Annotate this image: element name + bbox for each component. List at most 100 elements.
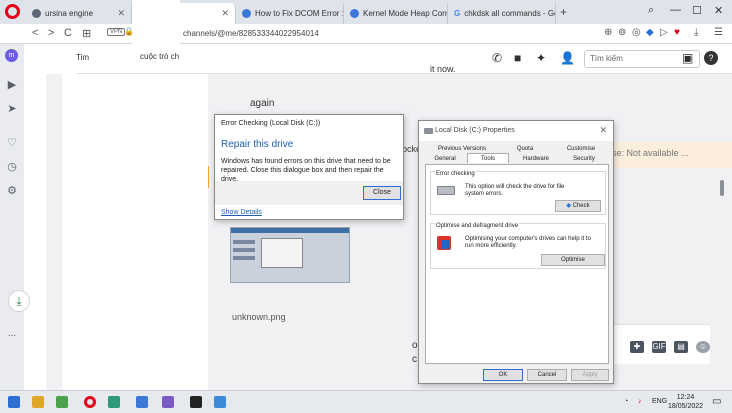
attachment-caption[interactable]: unknown.png	[232, 312, 286, 322]
search-conversation-label[interactable]: Tim	[76, 53, 89, 62]
chat-line: it now.	[430, 64, 456, 74]
error-checking-dialog: Error Checking (Local Disk (C:)) Repair …	[214, 114, 404, 220]
search-placeholder: Tìm kiếm	[590, 54, 623, 63]
tab-security[interactable]: Security	[563, 154, 605, 164]
tab-ursina-engine[interactable]: ursina engine ✕	[26, 3, 132, 24]
shield-icon[interactable]: ◆	[646, 27, 654, 38]
scrollbar[interactable]	[720, 180, 724, 196]
vpn-badge[interactable]: VPN	[107, 28, 126, 36]
tab-dcom-error[interactable]: How to Fix DCOM Error 10( ✕	[236, 3, 344, 24]
pin-icon[interactable]: ✦	[536, 51, 546, 65]
minimize-button[interactable]: —	[670, 4, 681, 16]
network-icon[interactable]: ◔	[624, 398, 628, 405]
app-icon[interactable]	[136, 396, 148, 408]
tab-label: ursina engine	[45, 9, 94, 18]
group-description: Optimising your computer's drives can he…	[465, 236, 591, 249]
opera-logo-icon[interactable]	[5, 4, 20, 19]
tab-hardware[interactable]: Hardware	[515, 154, 557, 164]
tab-label: chkdsk all commands - Go	[464, 9, 556, 18]
app-icon[interactable]	[214, 396, 226, 408]
app-icon[interactable]	[162, 396, 174, 408]
messenger-icon[interactable]: m	[5, 49, 18, 62]
tab-search-icon[interactable]: ⌕	[648, 4, 654, 17]
video-icon[interactable]: ■	[514, 51, 521, 65]
left-panel-cover	[62, 74, 208, 390]
help-icon[interactable]: ?	[704, 51, 718, 65]
start-icon[interactable]	[8, 396, 20, 408]
search-icon[interactable]: ⊕	[604, 27, 612, 38]
cancel-button[interactable]: Cancel	[527, 369, 567, 381]
tab-kernel-heap[interactable]: Kernel Mode Heap Corrupt ✕	[344, 3, 448, 24]
inbox-icon[interactable]: ▣	[682, 51, 693, 65]
optimise-button[interactable]: Optimise	[541, 254, 605, 266]
tabs-grid-icon[interactable]: ⊞	[82, 27, 91, 40]
optimise-group: Optimise and defragment drive Optimising…	[430, 223, 606, 269]
emoji-icon[interactable]: ☺	[696, 341, 710, 353]
app-icon[interactable]	[56, 396, 68, 408]
opera-icon[interactable]	[84, 396, 96, 408]
heart-icon[interactable]: ♡	[5, 136, 19, 150]
left-panel-cover	[24, 44, 46, 390]
app-icon[interactable]	[108, 396, 120, 408]
play-icon[interactable]: ▷	[660, 27, 668, 38]
clock[interactable]: 12:24 18/05/2022	[668, 393, 703, 411]
send-icon[interactable]: ➤	[5, 102, 19, 116]
disk-properties-dialog: Local Disk (C:) Properties ✕ Previous Ve…	[418, 120, 614, 384]
tab-general[interactable]: General	[427, 154, 463, 164]
history-icon[interactable]: ◷	[5, 160, 19, 174]
notifications-icon[interactable]: ▭	[712, 396, 721, 407]
search-conversation-label-2: cuộc trò ch	[140, 52, 180, 61]
dialog-heading: Repair this drive	[221, 139, 294, 150]
dialog-titlebar: Local Disk (C:) Properties ✕	[419, 121, 613, 141]
close-button[interactable]: Close	[363, 186, 401, 200]
gift-icon[interactable]: ✚	[630, 341, 644, 353]
settings-icon[interactable]: ⚙	[5, 184, 19, 198]
tab-tools[interactable]: Tools	[467, 153, 509, 163]
heart-icon[interactable]: ♥	[674, 27, 680, 38]
url-field[interactable]: channels/@me/828533344022954014	[183, 29, 319, 38]
volume-icon[interactable]: ♪	[638, 398, 642, 405]
close-window-button[interactable]: ✕	[714, 4, 723, 17]
new-tab-button[interactable]: +	[560, 5, 567, 19]
compose-partial: c	[412, 354, 417, 365]
tab-close-icon[interactable]: ✕	[221, 8, 229, 19]
more-icon[interactable]: ...	[8, 328, 16, 339]
attachment-image[interactable]	[230, 227, 350, 283]
download-icon[interactable]: ⤓	[694, 27, 698, 38]
tab-chkdsk-search[interactable]: G chkdsk all commands - Go ✕	[448, 3, 556, 24]
back-button[interactable]: <	[32, 27, 38, 39]
thumb-row	[233, 248, 255, 252]
check-button[interactable]: ◆ Check	[555, 200, 601, 212]
show-details-link[interactable]: Show Details	[221, 209, 262, 216]
reload-button[interactable]: C	[64, 27, 72, 39]
tab-favicon-icon	[242, 9, 251, 18]
play-icon[interactable]: ▶	[5, 78, 19, 92]
thumb-dialog	[261, 238, 303, 268]
ok-button[interactable]: OK	[483, 369, 523, 381]
screenshot-icon[interactable]: ◎	[632, 27, 641, 38]
download-icon[interactable]: ⤓	[8, 290, 30, 312]
menu-icon[interactable]: ☰	[714, 27, 723, 38]
camera-icon[interactable]: ⊚	[618, 27, 626, 38]
sticker-icon[interactable]: ▤	[674, 341, 688, 353]
phone-icon[interactable]: ✆	[492, 51, 502, 65]
language-indicator[interactable]: ENG	[652, 398, 667, 405]
tab-close-icon[interactable]: ✕	[117, 8, 125, 19]
close-icon[interactable]: ✕	[599, 125, 607, 136]
forward-button[interactable]: >	[48, 27, 54, 39]
apply-button[interactable]: Apply	[571, 369, 609, 381]
browser-tab-bar: ursina engine ✕ ✕ How to Fix DCOM Error …	[0, 0, 732, 24]
terminal-icon[interactable]	[190, 396, 202, 408]
tab-customise[interactable]: Customise	[555, 144, 607, 154]
gif-icon[interactable]: GIF	[652, 341, 666, 353]
tab-label: Kernel Mode Heap Corrupt	[363, 9, 448, 18]
thumb-row	[233, 240, 255, 244]
file-explorer-icon[interactable]	[32, 396, 44, 408]
clock-date: 18/05/2022	[668, 403, 704, 410]
add-user-icon[interactable]: 👤	[560, 51, 575, 65]
dialog-title: Local Disk (C:) Properties	[435, 127, 515, 134]
google-icon: G	[454, 9, 461, 18]
defragment-icon	[437, 236, 451, 250]
tab-label: How to Fix DCOM Error 10(	[255, 9, 344, 18]
maximize-button[interactable]: ☐	[692, 4, 702, 17]
